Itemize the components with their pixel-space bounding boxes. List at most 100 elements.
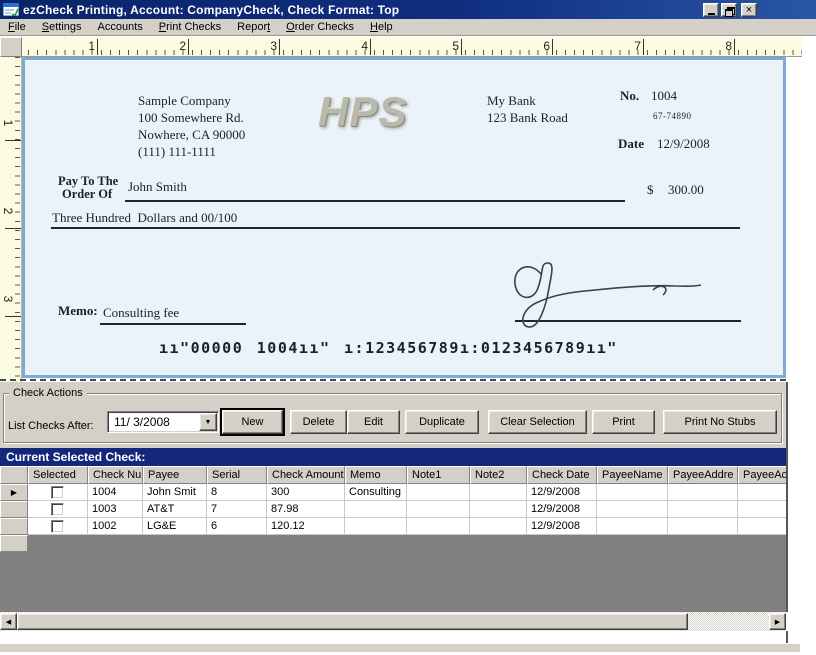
grid-cell[interactable] [470, 518, 527, 535]
grid-cell[interactable] [470, 484, 527, 501]
grid-cell[interactable] [738, 484, 786, 501]
grid-column-header-check-date[interactable]: Check Date [527, 466, 597, 484]
window-title: ezCheck Printing, Account: CompanyCheck,… [23, 2, 400, 17]
restore-button[interactable] [721, 3, 737, 17]
grid-column-header-check-nu[interactable]: Check Nu [88, 466, 143, 484]
grid-cell[interactable]: 6 [207, 518, 267, 535]
window-bottom-edge [0, 643, 800, 652]
grid-cell[interactable] [597, 501, 668, 518]
grid-cell[interactable] [345, 518, 407, 535]
row-selector-cell[interactable] [0, 535, 28, 552]
combo-dropdown-button[interactable]: ▼ [199, 413, 217, 431]
row-checkbox[interactable] [51, 485, 64, 499]
row-checkbox[interactable] [51, 519, 64, 533]
check-actions-label: Check Actions [9, 387, 87, 399]
ruler-major-tick [461, 39, 462, 55]
row-checkbox[interactable] [51, 502, 64, 516]
grid-cell[interactable] [738, 501, 786, 518]
grid-cell[interactable]: 8 [207, 484, 267, 501]
grid-cell[interactable]: 12/9/2008 [527, 484, 597, 501]
grid-cell[interactable]: 300 [267, 484, 345, 501]
ruler-major-tick [97, 39, 98, 55]
delete-button[interactable]: Delete [290, 410, 347, 434]
scroll-left-arrow[interactable]: ◀ [0, 613, 17, 630]
grid-cell[interactable] [738, 518, 786, 535]
grid-cell[interactable]: AT&T [143, 501, 207, 518]
row-selector-cell[interactable] [0, 501, 28, 518]
table-row[interactable]: ▶ 1004 John Smit 8 300 Consulting 12/9/2008 [0, 484, 786, 501]
new-button[interactable]: New [222, 410, 283, 434]
ruler-corner [0, 37, 22, 57]
grid-cell[interactable] [407, 518, 470, 535]
grid-column-header-selected[interactable]: Selected [28, 466, 88, 484]
menu-file[interactable]: File [0, 20, 34, 34]
grid-column-header-payee[interactable]: Payee [143, 466, 207, 484]
menu-help[interactable]: Help [362, 20, 401, 34]
grid-cell[interactable] [597, 518, 668, 535]
new-row-selector[interactable] [0, 535, 786, 552]
scroll-right-arrow[interactable]: ▶ [769, 613, 786, 630]
grid-cell[interactable]: Consulting [345, 484, 407, 501]
grid-cell[interactable]: 120.12 [267, 518, 345, 535]
menu-order-checks[interactable]: Order Checks [278, 20, 362, 34]
memo-line [100, 323, 246, 325]
grid-cell[interactable] [407, 501, 470, 518]
row-selector-cell[interactable]: ▶ [0, 484, 28, 501]
grid-cell[interactable]: 12/9/2008 [527, 518, 597, 535]
minimize-button[interactable] [703, 3, 719, 17]
print-button[interactable]: Print [592, 410, 655, 434]
grid-column-header-note2[interactable]: Note2 [470, 466, 527, 484]
grid-cell[interactable]: 1002 [88, 518, 143, 535]
check-preview[interactable]: Sample Company 100 Somewhere Rd. Nowhere… [22, 57, 786, 378]
horizontal-scrollbar[interactable]: ◀ ▶ [0, 612, 786, 631]
grid-column-header-memo[interactable]: Memo [345, 466, 407, 484]
grid-cell[interactable]: John Smit [143, 484, 207, 501]
grid-cell[interactable] [470, 501, 527, 518]
menu-settings[interactable]: Settings [34, 20, 90, 34]
ruler-number: 3 [270, 39, 277, 53]
clear-selection-button[interactable]: Clear Selection [488, 410, 587, 434]
grid-cell[interactable] [597, 484, 668, 501]
grid-cell[interactable]: 1003 [88, 501, 143, 518]
menu-print-checks[interactable]: Print Checks [151, 20, 229, 34]
grid-column-header-note1[interactable]: Note1 [407, 466, 470, 484]
table-row[interactable]: 1002 LG&E 6 120.12 12/9/2008 [0, 518, 786, 535]
grid-column-header-payeeac[interactable]: PayeeAc [738, 466, 786, 484]
grid-cell[interactable]: 12/9/2008 [527, 501, 597, 518]
grid-cell[interactable] [345, 501, 407, 518]
checks-grid: SelectedCheck NuPayeeSerial NumCheck Amo… [0, 466, 788, 612]
row-selector-cell[interactable] [0, 518, 28, 535]
edit-button[interactable]: Edit [347, 410, 400, 434]
scrollbar-thumb[interactable] [17, 613, 688, 630]
list-after-date-combo[interactable]: 11/ 3/2008 ▼ [107, 411, 219, 433]
selected-cell [28, 484, 88, 501]
check-date: 12/9/2008 [657, 136, 710, 151]
ruler-major-tick [552, 39, 553, 55]
grid-column-header-payeename[interactable]: PayeeName [597, 466, 668, 484]
grid-cell[interactable] [668, 484, 738, 501]
grid-cell[interactable] [668, 518, 738, 535]
grid-cell[interactable]: LG&E [143, 518, 207, 535]
grid-column-header-payeeaddre[interactable]: PayeeAddre [668, 466, 738, 484]
grid-cell[interactable] [668, 501, 738, 518]
signature-scribble [514, 262, 702, 328]
grid-cell[interactable]: 1004 [88, 484, 143, 501]
memo-value: Consulting fee [103, 305, 180, 320]
menu-accounts[interactable]: Accounts [90, 20, 151, 34]
grid-cell[interactable]: 7 [207, 501, 267, 518]
close-button[interactable]: × [741, 3, 757, 17]
amount-words: Three Hundred Dollars and 00/100 [52, 210, 238, 225]
print-no-stubs-button[interactable]: Print No Stubs [663, 410, 777, 434]
check-actions-panel: Check Actions List Checks After: 11/ 3/2… [0, 382, 788, 448]
grid-cell[interactable]: 87.98 [267, 501, 345, 518]
ruler-number: 4 [361, 39, 368, 53]
grid-column-header-check-amount[interactable]: Check Amount [267, 466, 345, 484]
grid-column-header-serial-num[interactable]: Serial Num [207, 466, 267, 484]
table-row[interactable]: 1003 AT&T 7 87.98 12/9/2008 [0, 501, 786, 518]
ruler-major-tick [643, 39, 644, 55]
grid-cell[interactable] [407, 484, 470, 501]
ruler-major-tick [370, 39, 371, 55]
menu-report[interactable]: Report [229, 20, 278, 34]
check-amount: 300.00 [668, 182, 704, 197]
duplicate-button[interactable]: Duplicate [405, 410, 479, 434]
